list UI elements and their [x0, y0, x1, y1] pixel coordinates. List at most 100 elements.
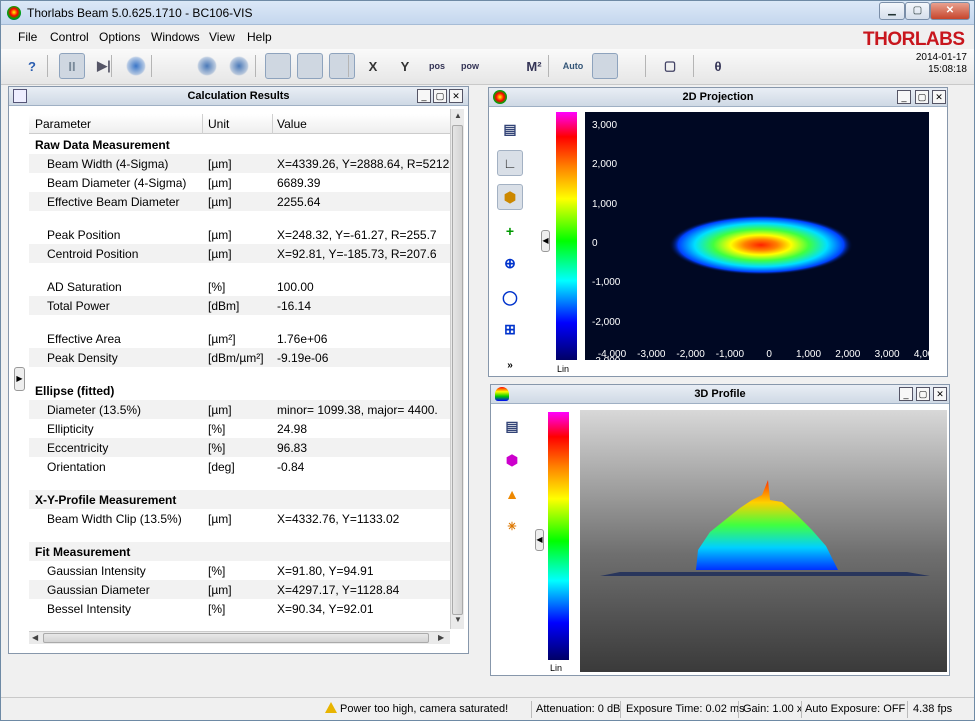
xy-profile-button[interactable]: X: [360, 53, 386, 79]
3d-splitter-handle[interactable]: ◀: [535, 529, 544, 551]
table-row[interactable]: Peak Density [dBm/µm²] -9.19e-06: [29, 348, 450, 367]
x-tick-label: 3,000: [874, 349, 900, 360]
settings-button[interactable]: [162, 53, 188, 79]
table-row[interactable]: Gaussian Diameter [µm] X=4297.17, Y=1128.8…: [29, 580, 450, 599]
maximize-button[interactable]: ▢: [905, 2, 930, 20]
3d-rotate-icon[interactable]: ✳: [499, 513, 525, 539]
3d-beam-profile[interactable]: [580, 410, 947, 672]
help-button[interactable]: ?: [19, 53, 45, 79]
3d-close-button[interactable]: ✕: [933, 387, 947, 401]
unit-cell: [dBm]: [208, 299, 240, 313]
table-row[interactable]: Effective Area [µm²] 1.76e+06: [29, 329, 450, 348]
column-value[interactable]: Value: [277, 117, 307, 131]
3d-minimize-button[interactable]: _: [899, 387, 913, 401]
table-row[interactable]: Total Power [dBm] -16.14: [29, 296, 450, 315]
device-button[interactable]: [194, 53, 220, 79]
spacer-row: [29, 618, 450, 629]
vertical-scrollbar[interactable]: ▲ ▼: [450, 109, 464, 629]
table-row[interactable]: Ellipticity [%] 24.98: [29, 419, 450, 438]
power-button[interactable]: pow: [457, 53, 483, 79]
2d-projection-button[interactable]: [265, 53, 291, 79]
3d-mesh-icon[interactable]: ▲: [499, 481, 525, 507]
section-header: Fit Measurement: [29, 542, 450, 561]
menu-options[interactable]: Options: [99, 30, 140, 44]
table-row[interactable]: Centroid Position [µm] X=92.81, Y=-185.73,…: [29, 244, 450, 263]
color-map-icon[interactable]: ⬢: [497, 184, 523, 210]
table-row[interactable]: AD Saturation [%] 100.00: [29, 277, 450, 296]
close-button[interactable]: ✕: [930, 2, 970, 20]
gauge-button[interactable]: [737, 53, 763, 79]
3d-color-scale: [548, 412, 569, 660]
beam-stability-button[interactable]: [489, 53, 515, 79]
table-row[interactable]: Eccentricity [%] 96.83: [29, 438, 450, 457]
3d-maximize-button[interactable]: ▢: [916, 387, 930, 401]
calc-maximize-button[interactable]: ▢: [433, 89, 447, 103]
menu-view[interactable]: View: [209, 30, 235, 44]
3d-surface-icon[interactable]: ⬢: [499, 447, 525, 473]
gaussian-button[interactable]: [624, 53, 650, 79]
status-gain: Gain: 1.00 x: [743, 703, 803, 715]
expand-tools-icon[interactable]: »: [497, 352, 523, 378]
table-row[interactable]: Peak Position [µm] X=248.32, Y=-61.27, R=2…: [29, 225, 450, 244]
table-row[interactable]: Beam Width (4-Sigma) [µm] X=4339.26, Y=288…: [29, 154, 450, 173]
table-row[interactable]: Gaussian Intensity [%] X=91.80, Y=94.91: [29, 561, 450, 580]
save-image-icon[interactable]: ▤: [497, 116, 523, 142]
table-row[interactable]: Bessel Intensity [%] X=90.34, Y=92.01: [29, 599, 450, 618]
grid-icon[interactable]: ⊞: [497, 316, 523, 342]
help-icon: ?: [28, 58, 36, 74]
camera-button[interactable]: [123, 53, 149, 79]
unit-cell: [dBm/µm²]: [208, 351, 264, 365]
panel-toggle-button[interactable]: ▶: [14, 367, 25, 391]
step-button[interactable]: ▶|: [91, 53, 117, 79]
menu-control[interactable]: Control: [50, 30, 89, 44]
y-profile-button[interactable]: Y: [392, 53, 418, 79]
value-cell: X=4297.17, Y=1128.84: [277, 583, 400, 597]
position-button[interactable]: pos: [424, 53, 450, 79]
2d-splitter-handle[interactable]: ◀: [541, 230, 550, 252]
calc-close-button[interactable]: ✕: [449, 89, 463, 103]
2d-projection-titlebar: 2D Projection _ ▢ ✕: [489, 88, 947, 107]
axes-icon[interactable]: ∟: [497, 150, 523, 176]
table-row[interactable]: Diameter (13.5%) [µm] minor= 1099.38, majo…: [29, 400, 450, 419]
3d-profile-button[interactable]: [297, 53, 323, 79]
horizontal-scrollbar[interactable]: ◀ ▶: [29, 631, 450, 644]
column-unit[interactable]: Unit: [208, 117, 229, 131]
horizontal-scroll-thumb[interactable]: [43, 633, 429, 643]
pause-button[interactable]: II: [59, 53, 85, 79]
column-parameter[interactable]: Parameter: [35, 117, 91, 131]
device2-icon: [229, 56, 249, 76]
menu-windows[interactable]: Windows: [151, 30, 200, 44]
2d-projection-icon: [268, 56, 288, 76]
auto-button[interactable]: Auto: [560, 53, 586, 79]
device2-button[interactable]: [226, 53, 252, 79]
x-tick-label: 0: [766, 349, 772, 360]
value-cell: X=4332.76, Y=1133.02: [277, 512, 400, 526]
ellipse-icon[interactable]: ◯: [497, 284, 523, 310]
table-row[interactable]: Beam Diameter (4-Sigma) [µm] 6689.39: [29, 173, 450, 192]
menu-file[interactable]: File: [18, 30, 37, 44]
menu-help[interactable]: Help: [247, 30, 272, 44]
centroid-icon[interactable]: ⊕: [497, 250, 523, 276]
unit-cell: [µm]: [208, 512, 232, 526]
m2-button[interactable]: M²: [521, 53, 547, 79]
vertical-scroll-thumb[interactable]: [452, 125, 463, 615]
status-attenuation: Attenuation: 0 dB: [536, 703, 621, 715]
2d-beam-image[interactable]: [585, 112, 929, 360]
2d-minimize-button[interactable]: _: [897, 90, 911, 104]
color-scale-button[interactable]: [592, 53, 618, 79]
crosshair-icon[interactable]: +: [497, 218, 523, 244]
table-row[interactable]: Beam Width Clip (13.5%) [µm] X=4332.76, Y=…: [29, 509, 450, 528]
minimize-button[interactable]: ▁: [879, 2, 905, 20]
angle-button[interactable]: θ: [705, 53, 731, 79]
table-row[interactable]: Effective Beam Diameter [µm] 2255.64: [29, 192, 450, 211]
calc-minimize-button[interactable]: _: [417, 89, 431, 103]
parameter-cell: Fit Measurement: [35, 545, 131, 559]
x-tick-label: 2,000: [835, 349, 861, 360]
calculation-results-button[interactable]: [329, 53, 355, 79]
beam-button[interactable]: [769, 53, 795, 79]
table-row[interactable]: Orientation [deg] -0.84: [29, 457, 450, 476]
roi-button[interactable]: ▢: [657, 53, 683, 79]
2d-maximize-button[interactable]: ▢: [915, 90, 929, 104]
2d-close-button[interactable]: ✕: [932, 90, 946, 104]
3d-save-image-icon[interactable]: ▤: [499, 413, 525, 439]
